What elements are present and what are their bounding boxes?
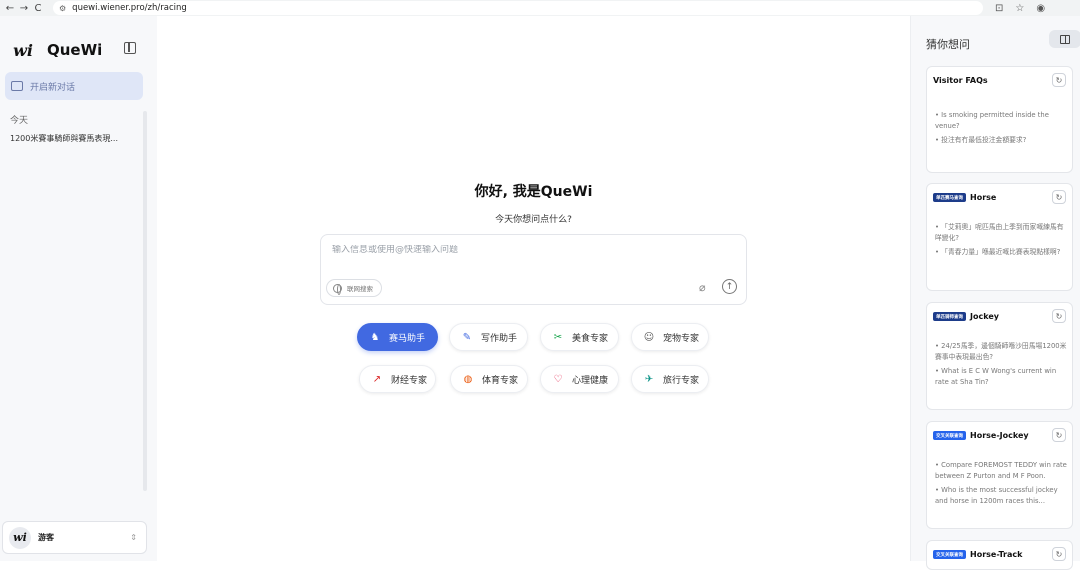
refresh-icon[interactable]: ↻: [1052, 309, 1066, 323]
faq-card-title: Horse: [970, 193, 997, 202]
faq-tag: 交叉关联查询: [933, 431, 966, 440]
plane-icon: ✈: [644, 373, 654, 385]
panel-toggle-icon: [1060, 34, 1070, 44]
faq-list: • Compare FOREMOST TEDDY win rate betwee…: [935, 460, 1070, 510]
faq-card-visitor: Visitor FAQs ↻ • Is smoking permitted in…: [926, 66, 1073, 173]
user-name: 游客: [38, 533, 54, 542]
web-search-label: 联网搜索: [347, 285, 373, 293]
refresh-icon[interactable]: ↻: [1052, 73, 1066, 87]
chip-writing-assistant[interactable]: ✎ 写作助手: [449, 323, 528, 351]
panel-title: 猜你想问: [926, 38, 970, 51]
faq-tag: 单匹骑师查询: [933, 312, 966, 321]
faq-card-jockey: 单匹骑师查询 Jockey ↻ • 24/25馬季，邊個騎師喺沙田馬場1200米…: [926, 302, 1073, 410]
faq-card-header: 单匹赛马查询 Horse: [933, 193, 996, 202]
brand-name: QueWi: [47, 41, 103, 59]
faq-tag: 交叉关联查询: [933, 550, 966, 559]
collapse-sidebar-icon[interactable]: [124, 42, 136, 54]
send-icon[interactable]: ↑: [722, 279, 737, 294]
pen-icon: ✎: [462, 331, 472, 343]
pet-icon: ☺: [643, 331, 655, 343]
back-button[interactable]: ←: [3, 3, 17, 14]
faq-card-horse-jockey: 交叉关联查询 Horse-Jockey ↻ • Compare FOREMOST…: [926, 421, 1073, 529]
ball-icon: ◍: [463, 373, 473, 385]
chevron-updown-icon: ⇕: [130, 533, 137, 542]
faq-card-horse: 单匹赛马查询 Horse ↻ • 「艾莉奧」呢匹馬由上季到而家嘅練馬有咩變化? …: [926, 183, 1073, 291]
history-item[interactable]: 1200米賽事騎師與賽馬表現...: [10, 133, 118, 144]
greeting-subtitle: 今天你想问点什么?: [495, 215, 572, 225]
suggestions-panel: 猜你想问 Visitor FAQs ↻ • Is smoking permitt…: [910, 16, 1080, 570]
faq-item[interactable]: • 投注有冇最低投注金額要求?: [935, 135, 1070, 146]
faq-card-title: Visitor FAQs: [933, 76, 988, 85]
sidebar-scrollbar[interactable]: [143, 111, 147, 491]
faq-item[interactable]: • Is smoking permitted inside the venue?: [935, 110, 1070, 131]
chip-pet-expert[interactable]: ☺ 宠物专家: [631, 323, 709, 351]
chip-label: 美食专家: [572, 333, 609, 344]
chip-food-expert[interactable]: ✂ 美食专家: [540, 323, 619, 351]
brand[interactable]: wi QueWi: [11, 38, 102, 62]
faq-card-header: Visitor FAQs: [933, 76, 988, 85]
toggle-panel-button[interactable]: [1049, 30, 1080, 48]
food-icon: ✂: [553, 331, 563, 343]
faq-card-title: Horse-Track: [970, 550, 1023, 559]
user-menu[interactable]: wi 游客 ⇕: [2, 521, 147, 554]
chip-label: 旅行专家: [663, 375, 700, 386]
chip-label: 心理健康: [572, 375, 609, 386]
faq-list: • 24/25馬季，邊個騎師喺沙田馬場1200米賽事中表現最出色? • What…: [935, 341, 1070, 391]
chip-travel-expert[interactable]: ✈ 旅行专家: [631, 365, 709, 393]
faq-tag: 单匹赛马查询: [933, 193, 966, 202]
refresh-icon[interactable]: ↻: [1052, 428, 1066, 442]
faq-card-title: Horse-Jockey: [970, 431, 1029, 440]
new-chat-button[interactable]: 开启新对话: [5, 72, 143, 100]
chat-input-box: 联网搜索 ⌀ ↑: [320, 234, 747, 305]
chip-label: 体育专家: [482, 375, 519, 386]
url-text: quewi.wiener.pro/zh/racing: [72, 3, 187, 13]
chip-sports-expert[interactable]: ◍ 体育专家: [450, 365, 528, 393]
chip-racing-assistant[interactable]: ♞ 赛马助手: [357, 323, 438, 351]
faq-item[interactable]: • Compare FOREMOST TEDDY win rate betwee…: [935, 460, 1070, 481]
faq-card-header: 交叉关联查询 Horse-Jockey: [933, 431, 1029, 440]
bookmark-star-icon[interactable]: ☆: [1015, 3, 1024, 14]
finance-icon: ↗: [372, 373, 382, 385]
sidebar: wi QueWi 开启新对话 今天 1200米賽事騎師與賽馬表現... wi 游…: [0, 16, 157, 561]
refresh-icon[interactable]: ↻: [1052, 190, 1066, 204]
horse-icon: ♞: [370, 331, 380, 343]
address-bar[interactable]: ⚙ quewi.wiener.pro/zh/racing: [53, 1, 983, 15]
chip-label: 财经专家: [391, 375, 428, 386]
main-content: 你好, 我是QueWi 今天你想问点什么? 联网搜索 ⌀ ↑ ♞ 赛马助手 ✎ …: [157, 16, 910, 561]
quewi-logo-icon: wi: [13, 40, 33, 60]
chat-bubble-icon: [11, 81, 23, 91]
chip-finance-expert[interactable]: ↗ 财经专家: [359, 365, 436, 393]
faq-list: • 「艾莉奧」呢匹馬由上季到而家嘅練馬有咩變化? • 「青春力量」喺最近嘅比賽表…: [935, 222, 1070, 262]
faq-item[interactable]: • What is E C W Wong's current win rate …: [935, 366, 1070, 387]
site-settings-icon[interactable]: ⚙: [59, 4, 66, 13]
faq-item[interactable]: • 24/25馬季，邊個騎師喺沙田馬場1200米賽事中表現最出色?: [935, 341, 1070, 362]
web-search-toggle[interactable]: 联网搜索: [326, 279, 382, 297]
faq-card-horse-track: 交叉关联查询 Horse-Track ↻: [926, 540, 1073, 570]
chat-input[interactable]: [332, 245, 732, 255]
translate-icon[interactable]: ⊡: [995, 3, 1003, 14]
section-today: 今天: [10, 116, 29, 126]
profile-icon[interactable]: ◉: [1036, 3, 1045, 14]
forward-button[interactable]: →: [17, 3, 31, 14]
refresh-icon[interactable]: ↻: [1052, 547, 1066, 561]
chip-label: 宠物专家: [663, 333, 700, 344]
faq-item[interactable]: • Who is the most successful jockey and …: [935, 485, 1070, 506]
attachment-icon[interactable]: ⌀: [699, 281, 706, 294]
globe-icon: [333, 283, 342, 295]
chip-mental-health[interactable]: ♡ 心理健康: [540, 365, 619, 393]
faq-list: • Is smoking permitted inside the venue?…: [935, 110, 1070, 150]
avatar: wi: [9, 526, 31, 549]
greeting-title: 你好, 我是QueWi: [474, 184, 593, 200]
faq-card-header: 单匹骑师查询 Jockey: [933, 312, 999, 321]
reload-button[interactable]: C: [31, 3, 45, 14]
faq-item[interactable]: • 「艾莉奧」呢匹馬由上季到而家嘅練馬有咩變化?: [935, 222, 1070, 243]
heart-icon: ♡: [553, 373, 563, 385]
chip-label: 赛马助手: [389, 333, 426, 344]
chip-label: 写作助手: [481, 333, 518, 344]
browser-toolbar: ← → C ⚙ quewi.wiener.pro/zh/racing ⊡ ☆ ◉: [0, 0, 1080, 16]
faq-item[interactable]: • 「青春力量」喺最近嘅比賽表現點樣啊?: [935, 247, 1070, 258]
new-chat-label: 开启新对话: [30, 82, 76, 93]
faq-card-title: Jockey: [970, 312, 999, 321]
faq-card-header: 交叉关联查询 Horse-Track: [933, 550, 1022, 559]
